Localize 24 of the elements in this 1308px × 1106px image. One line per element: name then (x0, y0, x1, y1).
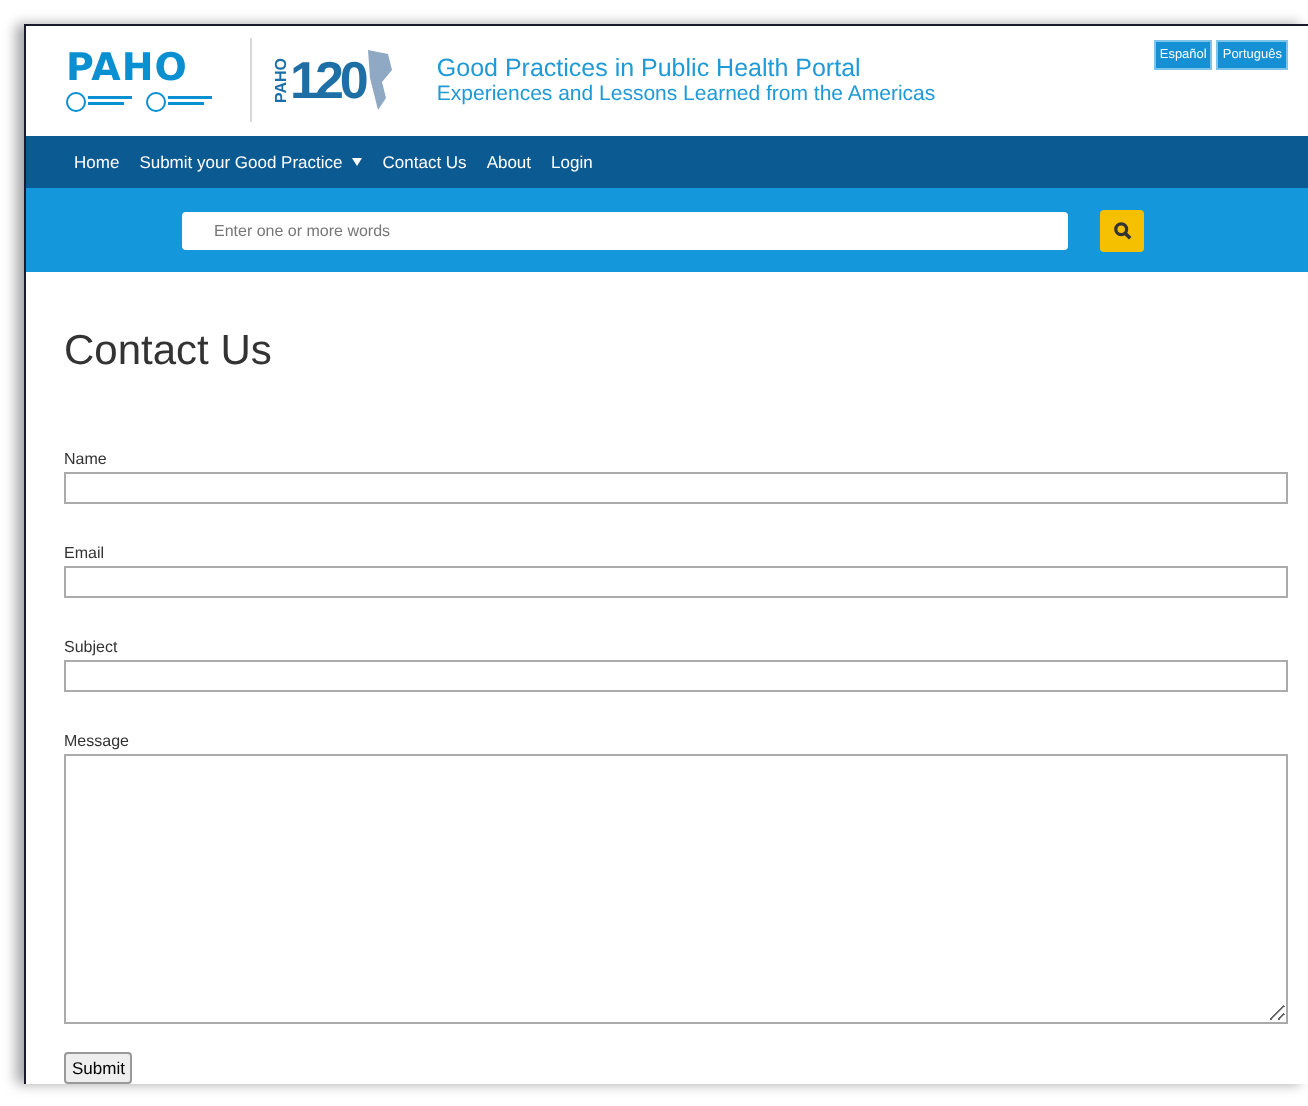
search-icon (1113, 221, 1131, 240)
portal-title: Good Practices in Public Health Portal (436, 54, 863, 83)
field-label: Name (64, 450, 109, 468)
nav-link[interactable]: Submit your Good Practice (139, 151, 363, 172)
caret-icon (352, 157, 363, 166)
logo: PAHO (66, 48, 190, 89)
logo-side-text: PAHO (272, 58, 290, 104)
nav-link[interactable]: Contact Us (382, 151, 467, 172)
field-label: Email (64, 544, 107, 562)
message-field[interactable] (64, 754, 1288, 1024)
portal-subtitle: Experiences and Lessons Learned from the Americas (436, 82, 936, 107)
nav-link[interactable]: Login (551, 151, 593, 172)
search-button[interactable] (1100, 209, 1144, 252)
nav-link[interactable]: About (486, 151, 532, 172)
field-label: Subject (64, 638, 120, 656)
page-title: Contact Us (64, 328, 274, 376)
search-field[interactable]: Enter one or more words (182, 211, 1068, 250)
anniversary-number: 120 (290, 49, 365, 112)
input-field[interactable] (64, 566, 1288, 598)
field-label: Message (64, 732, 131, 750)
input-field[interactable] (64, 660, 1288, 692)
submit-button[interactable]: Submit (64, 1052, 133, 1084)
input-field[interactable] (64, 472, 1288, 504)
nav-link[interactable]: Home (74, 151, 120, 172)
